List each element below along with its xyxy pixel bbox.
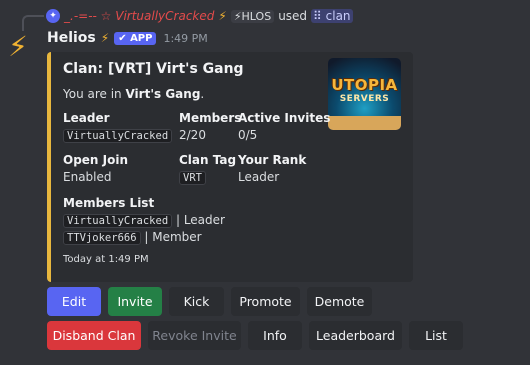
field-your-rank: Your Rank Leader — [238, 153, 306, 184]
field-value: Leader — [238, 170, 280, 184]
field-name: Members List — [63, 196, 155, 210]
field-open-join: Open Join Enabled — [63, 153, 128, 184]
lightning-icon: ⚡ — [218, 9, 227, 23]
member-role: | Member — [140, 230, 202, 244]
reply-used-text: used — [278, 9, 308, 23]
field-name: Leader — [63, 111, 110, 125]
edit-button[interactable]: Edit — [47, 287, 101, 316]
field-active-invites: Active Invites 0/5 — [238, 111, 330, 142]
field-members-list: Members List VirtuallyCracked | Leader T… — [63, 196, 225, 245]
revoke-invite-button[interactable]: Revoke Invite — [148, 321, 241, 350]
field-value-code: VirtuallyCracked — [63, 129, 173, 143]
desc-clan-name: Virt's Gang — [125, 87, 201, 101]
field-clan-tag: Clan Tag VRT — [179, 153, 237, 185]
embed-footer-timestamp: Today at 1:49 PM — [63, 254, 149, 265]
member-row: VirtuallyCracked | Leader — [63, 213, 225, 228]
member-row: TTVjoker666 | Member — [63, 230, 225, 245]
field-value: 0/5 — [238, 128, 258, 142]
invite-button[interactable]: Invite — [108, 287, 162, 316]
thumbnail-sand — [328, 116, 401, 130]
reply-connector — [22, 15, 44, 31]
field-members: Members 2/20 — [179, 111, 241, 142]
lightning-icon: ⚡ — [100, 31, 110, 45]
reply-context[interactable]: ✦ _.-=-- ☆ VirtuallyCracked ⚡ ⚡HLOS used… — [46, 7, 353, 25]
slash-command-link[interactable]: ⠿ clan — [311, 9, 353, 23]
embed-title: Clan: [VRT] Virt's Gang — [63, 61, 244, 77]
embed-description: You are in Virt's Gang. — [63, 87, 204, 101]
demote-button[interactable]: Demote — [307, 287, 372, 316]
field-name: Clan Tag — [179, 153, 237, 167]
bot-name[interactable]: Helios — [47, 30, 96, 46]
field-value: Enabled — [63, 170, 112, 184]
leaderboard-button[interactable]: Leaderboard — [309, 321, 402, 350]
info-button[interactable]: Info — [248, 321, 302, 350]
clan-embed: Clan: [VRT] Virt's Gang You are in Virt'… — [47, 52, 413, 282]
reply-avatar[interactable]: ✦ — [46, 9, 60, 23]
kick-button[interactable]: Kick — [169, 287, 224, 316]
message-timestamp[interactable]: 1:49 PM — [163, 32, 207, 45]
thumbnail-logo-text: UTOPIA — [331, 76, 398, 94]
message-header: Helios ⚡ ✔ APP 1:49 PM — [47, 28, 208, 48]
field-value-code: VRT — [179, 171, 206, 185]
member-role: | Leader — [172, 213, 225, 227]
field-name: Your Rank — [238, 153, 307, 167]
embed-thumbnail[interactable]: UTOPIA SERVERS — [328, 58, 401, 130]
app-badge: ✔ APP — [114, 31, 157, 45]
field-leader: Leader VirtuallyCracked — [63, 111, 173, 143]
disband-clan-button[interactable]: Disband Clan — [47, 321, 141, 350]
promote-button[interactable]: Promote — [231, 287, 300, 316]
desc-suffix: . — [200, 87, 205, 101]
reply-username[interactable]: _.-=-- ☆ VirtuallyCracked — [64, 9, 214, 23]
member-username: TTVjoker666 — [63, 231, 141, 245]
field-name: Active Invites — [238, 111, 331, 125]
field-value: 2/20 — [179, 128, 206, 142]
bot-avatar[interactable]: ⚡ — [4, 30, 32, 64]
thumbnail-logo-subtext: SERVERS — [339, 94, 390, 104]
field-name: Members — [179, 111, 242, 125]
field-name: Open Join — [63, 153, 129, 167]
desc-prefix: You are in — [63, 87, 126, 101]
list-button[interactable]: List — [409, 321, 463, 350]
reply-user-tag: ⚡HLOS — [230, 9, 275, 23]
member-username: VirtuallyCracked — [63, 214, 173, 228]
